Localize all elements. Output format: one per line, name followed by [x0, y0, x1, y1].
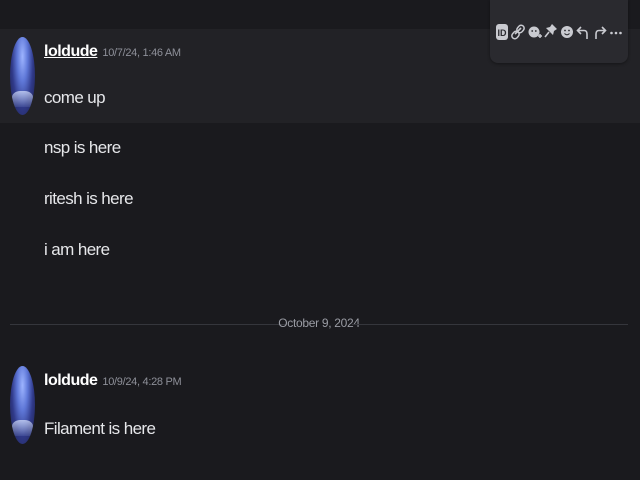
link-icon[interactable] — [510, 21, 526, 43]
add-reaction-icon[interactable] — [527, 21, 543, 43]
date-divider: October 9, 2024 — [10, 314, 628, 334]
avatar[interactable] — [10, 366, 35, 444]
timestamp[interactable]: 10/7/24, 1:46 AM — [102, 47, 181, 59]
more-icon[interactable] — [608, 21, 624, 43]
message-text: nsp is here — [44, 138, 121, 157]
avatar[interactable] — [10, 37, 35, 115]
message-row[interactable]: ritesh is here — [0, 181, 640, 221]
message-row[interactable]: loldude 10/9/24, 4:28 PM Filament is her… — [0, 360, 640, 450]
message-row[interactable]: i am here — [0, 232, 640, 272]
divider-line — [352, 324, 628, 325]
pin-icon[interactable] — [543, 21, 559, 43]
message-text: Filament is here — [44, 419, 156, 438]
message-action-toolbar: ID — [490, 0, 628, 63]
timestamp[interactable]: 10/9/24, 4:28 PM — [102, 376, 181, 388]
svg-text:ID: ID — [498, 28, 508, 38]
message-row[interactable]: nsp is here — [0, 130, 640, 170]
author-name[interactable]: loldude — [44, 372, 98, 390]
emoji-icon[interactable] — [559, 21, 575, 43]
message-text: come up — [44, 88, 106, 107]
id-icon[interactable]: ID — [494, 21, 510, 43]
forward-icon[interactable] — [592, 21, 608, 43]
message-text: ritesh is here — [44, 189, 134, 208]
date-divider-label: October 9, 2024 — [278, 316, 360, 330]
author-name[interactable]: loldude — [44, 43, 98, 61]
message-text: i am here — [44, 240, 110, 259]
reply-icon[interactable] — [575, 21, 591, 43]
